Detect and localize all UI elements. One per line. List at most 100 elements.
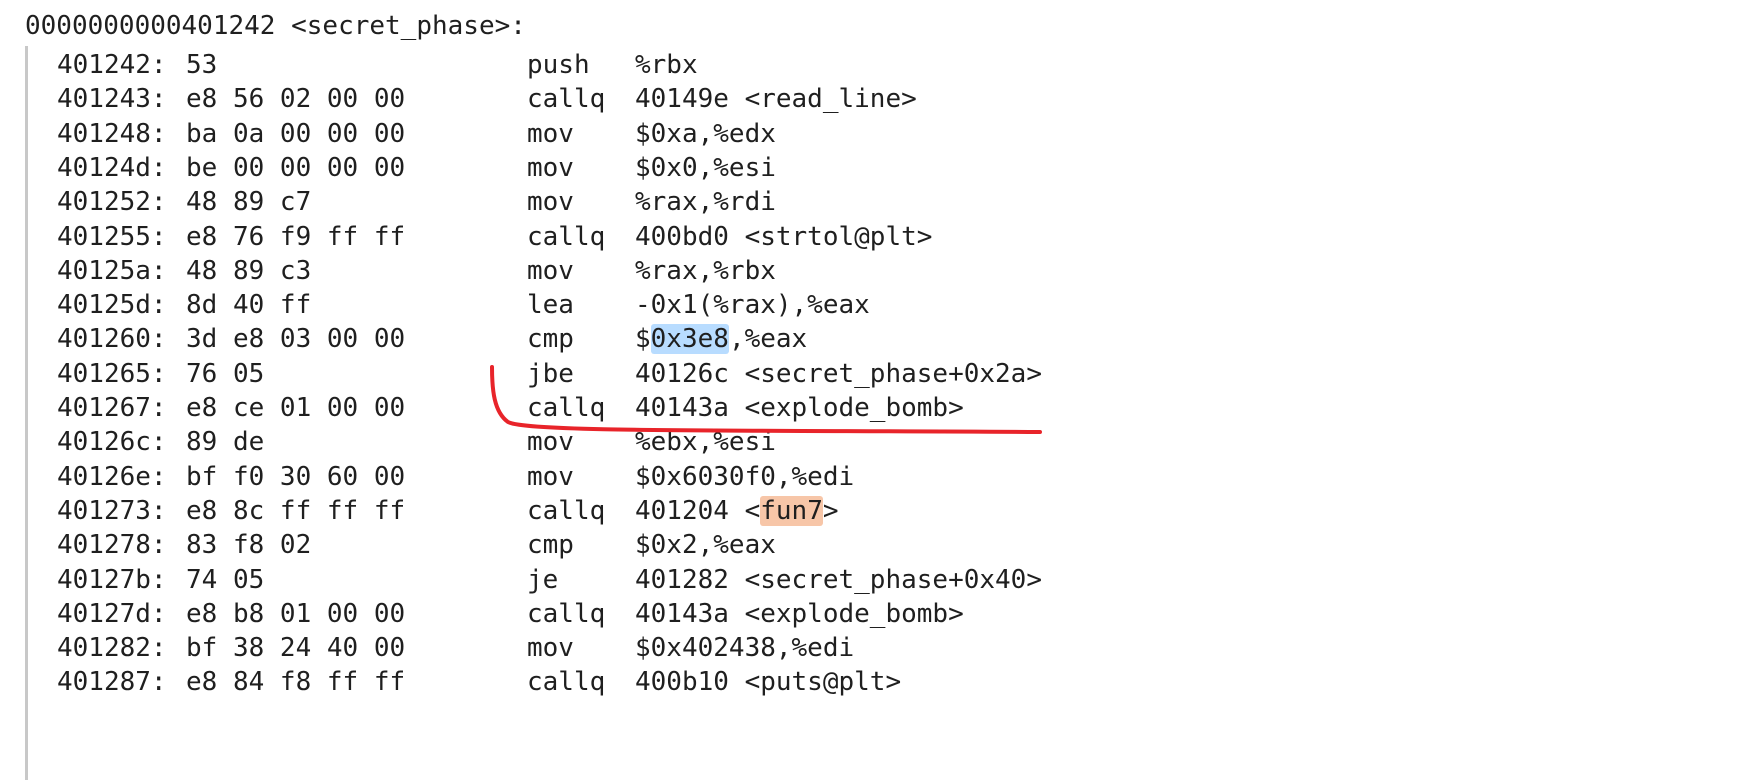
instruction-row: 40127d: e8 b8 01 00 00 callq 40143a <explod… xyxy=(28,595,1128,633)
instruction-address: 401243: xyxy=(57,84,167,115)
instruction-operands: %rax,%rbx xyxy=(635,255,776,286)
instruction-address: 401265: xyxy=(57,358,167,389)
highlighted-operand: fun7 xyxy=(760,495,823,526)
instruction-row: 401278: 83 f8 02 cmp $0x2,%eax xyxy=(28,526,1128,564)
instruction-address: 40127b: xyxy=(57,564,167,595)
instruction-operands: %rax,%rdi xyxy=(635,187,776,218)
instruction-operands: 40126c <secret_phase+0x2a> xyxy=(635,358,1042,389)
instruction-mnemonic: cmp xyxy=(527,530,574,561)
instruction-operands: 40149e <read_line> xyxy=(635,84,917,115)
instruction-bytes: e8 76 f9 ff ff xyxy=(186,221,406,252)
instruction-operands: %rbx xyxy=(635,50,698,80)
instruction-operands: 400bd0 <strtol@plt> xyxy=(635,221,933,252)
instruction-mnemonic: callq xyxy=(527,84,606,115)
instruction-bytes: e8 84 f8 ff ff xyxy=(186,667,406,698)
instruction-mnemonic: mov xyxy=(527,118,574,149)
instruction-bytes: 83 f8 02 xyxy=(186,530,312,561)
instruction-mnemonic: push xyxy=(527,50,590,80)
instruction-row: 401267: e8 ce 01 00 00 callq 40143a <explod… xyxy=(28,389,1128,427)
instruction-row: 40125d: 8d 40 ff lea -0x1(%rax),%eax xyxy=(28,286,1128,324)
instruction-row: 40127b: 74 05 je 401282 <secret_phase+0x40> xyxy=(28,561,1128,599)
instruction-bytes: e8 ce 01 00 00 xyxy=(186,393,406,423)
instruction-mnemonic: callq xyxy=(527,393,606,423)
instruction-bytes: 3d e8 03 00 00 xyxy=(186,324,406,355)
instruction-address: 40126e: xyxy=(57,461,167,492)
instruction-bytes: be 00 00 00 00 xyxy=(186,152,406,183)
instruction-operands: 401204 <fun7> xyxy=(635,492,1155,530)
instruction-row: 40126e: bf f0 30 60 00 mov $0x6030f0,%edi xyxy=(28,458,1128,496)
highlighted-operand: 0x3e8 xyxy=(650,324,729,355)
instruction-address: 401282: xyxy=(57,633,167,664)
function-header: 0000000000401242 <secret_phase>: xyxy=(25,11,526,41)
instruction-operands: $0xa,%edx xyxy=(635,118,776,149)
instruction-mnemonic: cmp xyxy=(527,324,574,355)
instruction-address: 401287: xyxy=(57,667,167,698)
instruction-row: 401248: ba 0a 00 00 00 mov $0xa,%edx xyxy=(28,115,1128,153)
instruction-block: 401242: 53 push %rbx 401243: e8 56 02 00 00 ca… xyxy=(25,46,1128,780)
instruction-mnemonic: jbe xyxy=(527,358,574,389)
disassembly-view: 0000000000401242 <secret_phase>: 401242:… xyxy=(0,0,1750,780)
instruction-address: 401242: xyxy=(57,50,167,80)
instruction-operands: $0x3e8,%eax xyxy=(635,320,1155,358)
instruction-mnemonic: mov xyxy=(527,633,574,664)
instruction-address: 401278: xyxy=(57,530,167,561)
instruction-address: 401255: xyxy=(57,221,167,252)
instruction-mnemonic: callq xyxy=(527,598,606,629)
instruction-operands: $0x2,%eax xyxy=(635,530,776,561)
instruction-address: 401273: xyxy=(57,495,167,526)
instruction-address: 40126c: xyxy=(57,427,167,458)
operand-text: > xyxy=(822,495,839,526)
instruction-row: 401242: 53 push %rbx xyxy=(28,46,1128,84)
operand-text: $ xyxy=(635,324,651,355)
operand-text: 401204 < xyxy=(635,495,761,526)
instruction-row: 40125a: 48 89 c3 mov %rax,%rbx xyxy=(28,252,1128,290)
instruction-mnemonic: mov xyxy=(527,255,574,286)
instruction-mnemonic: mov xyxy=(527,461,574,492)
instruction-operands: $0x0,%esi xyxy=(635,152,776,183)
instruction-bytes: e8 56 02 00 00 xyxy=(186,84,406,115)
instruction-bytes: 53 xyxy=(186,50,218,80)
instruction-bytes: 48 89 c3 xyxy=(186,255,312,286)
instruction-address: 401252: xyxy=(57,187,167,218)
instruction-bytes: e8 8c ff ff ff xyxy=(186,495,406,526)
instruction-mnemonic: callq xyxy=(527,495,606,526)
instruction-operands: 400b10 <puts@plt> xyxy=(635,667,902,698)
instruction-bytes: 8d 40 ff xyxy=(186,290,312,321)
instruction-operands: 401282 <secret_phase+0x40> xyxy=(635,564,1042,595)
instruction-row: 401260: 3d e8 03 00 00 cmp $0x3e8,%eax xyxy=(28,320,1128,358)
instruction-mnemonic: mov xyxy=(527,187,574,218)
instruction-bytes: bf 38 24 40 00 xyxy=(186,633,406,664)
instruction-operands: 40143a <explode_bomb> xyxy=(635,598,964,629)
instruction-row: 40124d: be 00 00 00 00 mov $0x0,%esi xyxy=(28,149,1128,187)
instruction-address: 401267: xyxy=(57,393,167,423)
instruction-mnemonic: je xyxy=(527,564,559,595)
instruction-bytes: 89 de xyxy=(186,427,265,458)
instruction-operands: $0x402438,%edi xyxy=(635,633,855,664)
instruction-mnemonic: lea xyxy=(527,290,574,321)
instruction-row: 40126c: 89 de mov %ebx,%esi xyxy=(28,423,1128,461)
instruction-operands: -0x1(%rax),%eax xyxy=(635,290,870,321)
instruction-address: 40124d: xyxy=(57,152,167,183)
instruction-bytes: e8 b8 01 00 00 xyxy=(186,598,406,629)
operand-text: ,%eax xyxy=(728,324,808,355)
instruction-mnemonic: callq xyxy=(527,667,606,698)
instruction-address: 40125a: xyxy=(57,255,167,286)
instruction-row: 401265: 76 05 jbe 40126c <secret_phase+0x2a… xyxy=(28,355,1128,393)
instruction-operands: $0x6030f0,%edi xyxy=(635,461,855,492)
instruction-operands: 40143a <explode_bomb> xyxy=(635,393,964,423)
instruction-row: 401252: 48 89 c7 mov %rax,%rdi xyxy=(28,183,1128,221)
instruction-bytes: ba 0a 00 00 00 xyxy=(186,118,406,149)
instruction-address: 40127d: xyxy=(57,598,167,629)
instruction-bytes: 48 89 c7 xyxy=(186,187,312,218)
instruction-bytes: 74 05 xyxy=(186,564,265,595)
instruction-bytes: 76 05 xyxy=(186,358,265,389)
instruction-row: 401255: e8 76 f9 ff ff callq 400bd0 <strtol… xyxy=(28,218,1128,256)
instruction-mnemonic: callq xyxy=(527,221,606,252)
instruction-row: 401287: e8 84 f8 ff ff callq 400b10 <puts@p… xyxy=(28,663,1128,701)
instruction-address: 401260: xyxy=(57,324,167,355)
instruction-address: 401248: xyxy=(57,118,167,149)
instruction-row: 401243: e8 56 02 00 00 callq 40149e <read_l… xyxy=(28,80,1128,118)
instruction-bytes: bf f0 30 60 00 xyxy=(186,461,406,492)
instruction-mnemonic: mov xyxy=(527,427,574,458)
instruction-address: 40125d: xyxy=(57,290,167,321)
